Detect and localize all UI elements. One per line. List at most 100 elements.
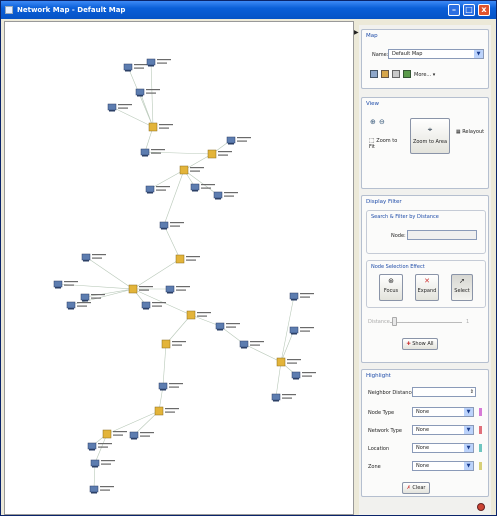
map-name-value: Default Map bbox=[392, 51, 423, 57]
computer-node-icon[interactable] bbox=[215, 322, 240, 331]
computer-node-icon[interactable] bbox=[291, 371, 316, 380]
computer-node-icon[interactable] bbox=[135, 88, 160, 97]
computer-node-icon[interactable] bbox=[90, 459, 115, 468]
graph-edge bbox=[243, 343, 282, 363]
computer-node-icon[interactable] bbox=[81, 253, 106, 262]
save-map-icon[interactable] bbox=[381, 70, 389, 78]
maximize-button[interactable]: □ bbox=[463, 4, 475, 16]
highlight-title: Highlight bbox=[366, 373, 391, 379]
router-node-icon[interactable] bbox=[154, 406, 179, 416]
graph-edge bbox=[183, 169, 219, 196]
highlight-row-select[interactable]: None ▼ bbox=[412, 461, 474, 471]
computer-node-icon[interactable] bbox=[145, 185, 170, 194]
show-all-button[interactable]: ✚ Show All bbox=[402, 338, 438, 350]
computer-node-icon[interactable] bbox=[53, 280, 78, 289]
computer-node-icon[interactable] bbox=[146, 58, 171, 67]
network-map-canvas[interactable] bbox=[4, 21, 354, 515]
computer-node-icon[interactable] bbox=[66, 301, 91, 310]
computer-node-icon[interactable] bbox=[165, 285, 190, 294]
router-node-icon[interactable] bbox=[179, 165, 204, 175]
chevron-down-icon: ▼ bbox=[464, 444, 473, 452]
help-icon[interactable] bbox=[477, 503, 485, 511]
computer-node-icon[interactable] bbox=[123, 63, 148, 72]
clear-button[interactable]: ✗ Clear bbox=[402, 482, 430, 494]
network-map-icon bbox=[5, 6, 13, 14]
computer-node-icon[interactable] bbox=[213, 191, 238, 200]
side-panel: Map Name: Default Map ▼ More... ▾ View ⊕… bbox=[359, 25, 491, 515]
collapse-arrow-icon[interactable]: ▶ bbox=[354, 29, 359, 36]
highlight-row-select[interactable]: None ▼ bbox=[412, 443, 474, 453]
minimize-button[interactable]: – bbox=[448, 4, 460, 16]
new-map-icon[interactable] bbox=[370, 70, 378, 78]
export-map-icon[interactable] bbox=[403, 70, 411, 78]
node-selection-effect-title: Node Selection Effect bbox=[371, 264, 425, 270]
router-node-icon[interactable] bbox=[175, 254, 200, 264]
map-group-title: Map bbox=[366, 33, 378, 39]
computer-node-icon[interactable] bbox=[89, 485, 114, 494]
computer-node-icon[interactable] bbox=[271, 393, 296, 402]
map-group: Map Name: Default Map ▼ More... ▾ bbox=[361, 29, 489, 89]
zoom-in-icon[interactable]: ⊕ bbox=[370, 118, 376, 126]
router-node-icon[interactable] bbox=[161, 339, 186, 349]
zoom-out-icon[interactable]: ⊖ bbox=[379, 118, 385, 126]
router-node-icon[interactable] bbox=[148, 122, 173, 132]
highlight-color-swatch[interactable] bbox=[479, 426, 482, 434]
graph-edge bbox=[132, 258, 181, 290]
zoom-to-fit-button[interactable]: ⬚ Zoom to Fit bbox=[368, 136, 404, 150]
computer-node-icon[interactable] bbox=[87, 442, 112, 451]
highlight-row-select[interactable]: None ▼ bbox=[412, 425, 474, 435]
graph-edge bbox=[163, 224, 181, 260]
computer-node-icon[interactable] bbox=[289, 326, 314, 335]
distance-slider-thumb[interactable] bbox=[392, 317, 397, 326]
computer-node-icon[interactable] bbox=[226, 136, 251, 145]
computer-node-icon[interactable] bbox=[107, 103, 132, 112]
spinner-arrows-icon[interactable]: ⇕ bbox=[470, 388, 474, 396]
relayout-button[interactable]: ▦ Relayout bbox=[454, 128, 486, 140]
search-filter-section: Search & Filter by Distance Node: bbox=[366, 210, 486, 254]
show-all-label: Show All bbox=[412, 341, 434, 347]
neighbor-distance-spinner[interactable]: ⇕ bbox=[412, 387, 476, 397]
highlight-color-swatch[interactable] bbox=[479, 462, 482, 470]
select-button[interactable]: ➚ Select bbox=[451, 274, 473, 301]
title-bar[interactable]: Network Map - Default Map – □ x bbox=[1, 1, 496, 19]
close-button[interactable]: x bbox=[478, 4, 490, 16]
graph-edge bbox=[94, 433, 108, 464]
computer-node-icon[interactable] bbox=[159, 221, 184, 230]
computer-node-icon[interactable] bbox=[239, 340, 264, 349]
computer-node-icon[interactable] bbox=[141, 301, 166, 310]
display-filter-group: Display Filter Search & Filter by Distan… bbox=[361, 195, 489, 363]
network-graph[interactable] bbox=[5, 22, 355, 516]
highlight-row-value: None bbox=[416, 409, 430, 415]
highlight-row-label: Location bbox=[368, 446, 390, 452]
map-name-select[interactable]: Default Map ▼ bbox=[388, 49, 484, 59]
search-filter-title: Search & Filter by Distance bbox=[371, 214, 439, 220]
more-menu[interactable]: More... ▾ bbox=[414, 72, 435, 78]
application-window: Network Map - Default Map – □ x ▶ Map Na… bbox=[0, 0, 497, 516]
chevron-down-icon: ▼ bbox=[474, 50, 483, 58]
highlight-row-label: Network Type bbox=[368, 428, 402, 434]
chevron-down-icon: ▼ bbox=[464, 426, 473, 434]
computer-node-icon[interactable] bbox=[129, 431, 154, 440]
highlight-row-select[interactable]: None ▼ bbox=[412, 407, 474, 417]
graph-edge bbox=[165, 314, 192, 345]
zoom-to-area-button[interactable]: ⌖ Zoom to Area bbox=[410, 118, 450, 154]
router-node-icon[interactable] bbox=[102, 429, 127, 439]
distance-label: Distance bbox=[368, 319, 390, 325]
computer-node-icon[interactable] bbox=[158, 382, 183, 391]
highlight-color-swatch[interactable] bbox=[479, 408, 482, 416]
graph-edge bbox=[127, 66, 154, 128]
highlight-color-swatch[interactable] bbox=[479, 444, 482, 452]
view-group-title: View bbox=[366, 101, 380, 107]
node-input[interactable] bbox=[407, 230, 477, 240]
expand-button[interactable]: ✕ Expand bbox=[415, 274, 439, 301]
computer-node-icon[interactable] bbox=[289, 292, 314, 301]
highlight-row-value: None bbox=[416, 427, 430, 433]
router-node-icon[interactable] bbox=[276, 357, 301, 367]
print-map-icon[interactable] bbox=[392, 70, 400, 78]
zoom-to-area-label: Zoom to Area bbox=[412, 139, 448, 145]
view-group: View ⊕ ⊖ ⬚ Zoom to Fit ⌖ Zoom to Area ▦ … bbox=[361, 97, 489, 189]
focus-button[interactable]: ⊛ Focus bbox=[379, 274, 403, 301]
distance-slider-track[interactable] bbox=[390, 322, 462, 323]
router-node-icon[interactable] bbox=[207, 149, 232, 159]
computer-node-icon[interactable] bbox=[80, 293, 105, 302]
